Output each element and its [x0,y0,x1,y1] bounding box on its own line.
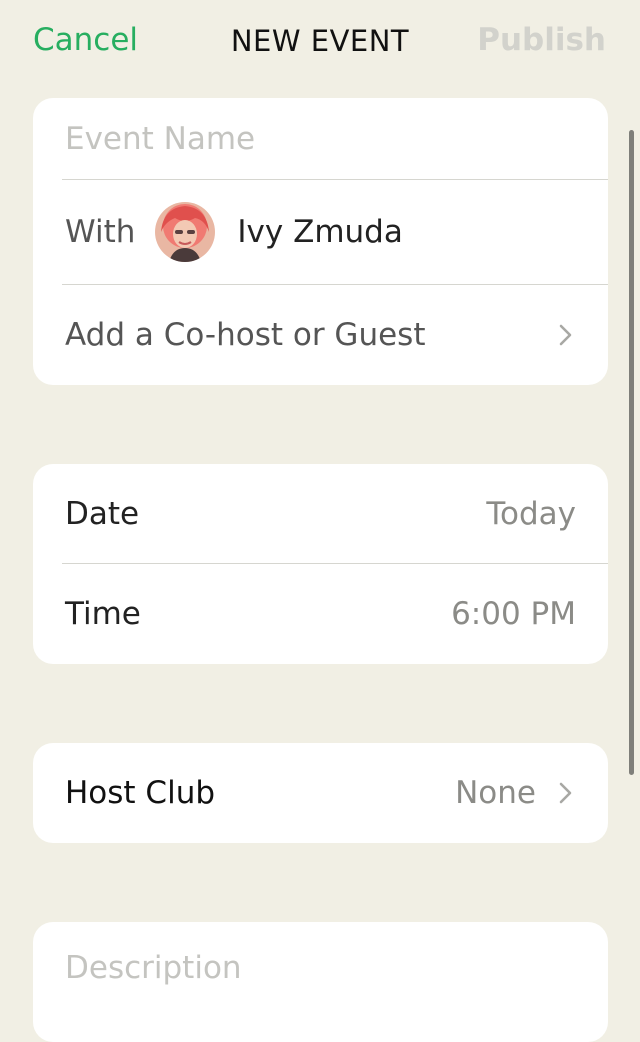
date-label: Date [65,495,140,532]
avatar[interactable] [155,201,216,262]
with-label: With [65,213,136,250]
nav-bar: Cancel NEW EVENT Publish [0,0,640,86]
publish-button[interactable]: Publish [477,22,606,58]
host-club-value: None [455,775,536,811]
host-name: Ivy Zmuda [237,213,403,250]
host-club-label: Host Club [65,775,216,811]
add-cohost-label: Add a Co-host or Guest [65,317,426,353]
chevron-right-icon [559,324,572,346]
chevron-right-icon [559,782,572,804]
scrollbar[interactable] [629,130,634,775]
description-placeholder: Description [65,950,242,986]
description-card: Description [33,922,608,1042]
time-label: Time [65,596,141,632]
event-name-placeholder: Event Name [65,120,256,157]
date-row[interactable]: Date Today [33,464,608,563]
add-cohost-row[interactable]: Add a Co-host or Guest [33,285,608,385]
time-row[interactable]: Time 6:00 PM [33,564,608,664]
event-info-card: Event Name With Ivy Zmuda Add a Co-host … [33,98,608,385]
time-value: 6:00 PM [451,596,576,632]
event-name-field[interactable]: Event Name [33,98,608,179]
host-club-row[interactable]: Host Club None [33,743,608,843]
description-field[interactable]: Description [33,922,608,1014]
schedule-card: Date Today Time 6:00 PM [33,464,608,664]
date-value: Today [486,495,576,532]
host-club-card: Host Club None [33,743,608,843]
with-host-row: With Ivy Zmuda [33,180,608,283]
